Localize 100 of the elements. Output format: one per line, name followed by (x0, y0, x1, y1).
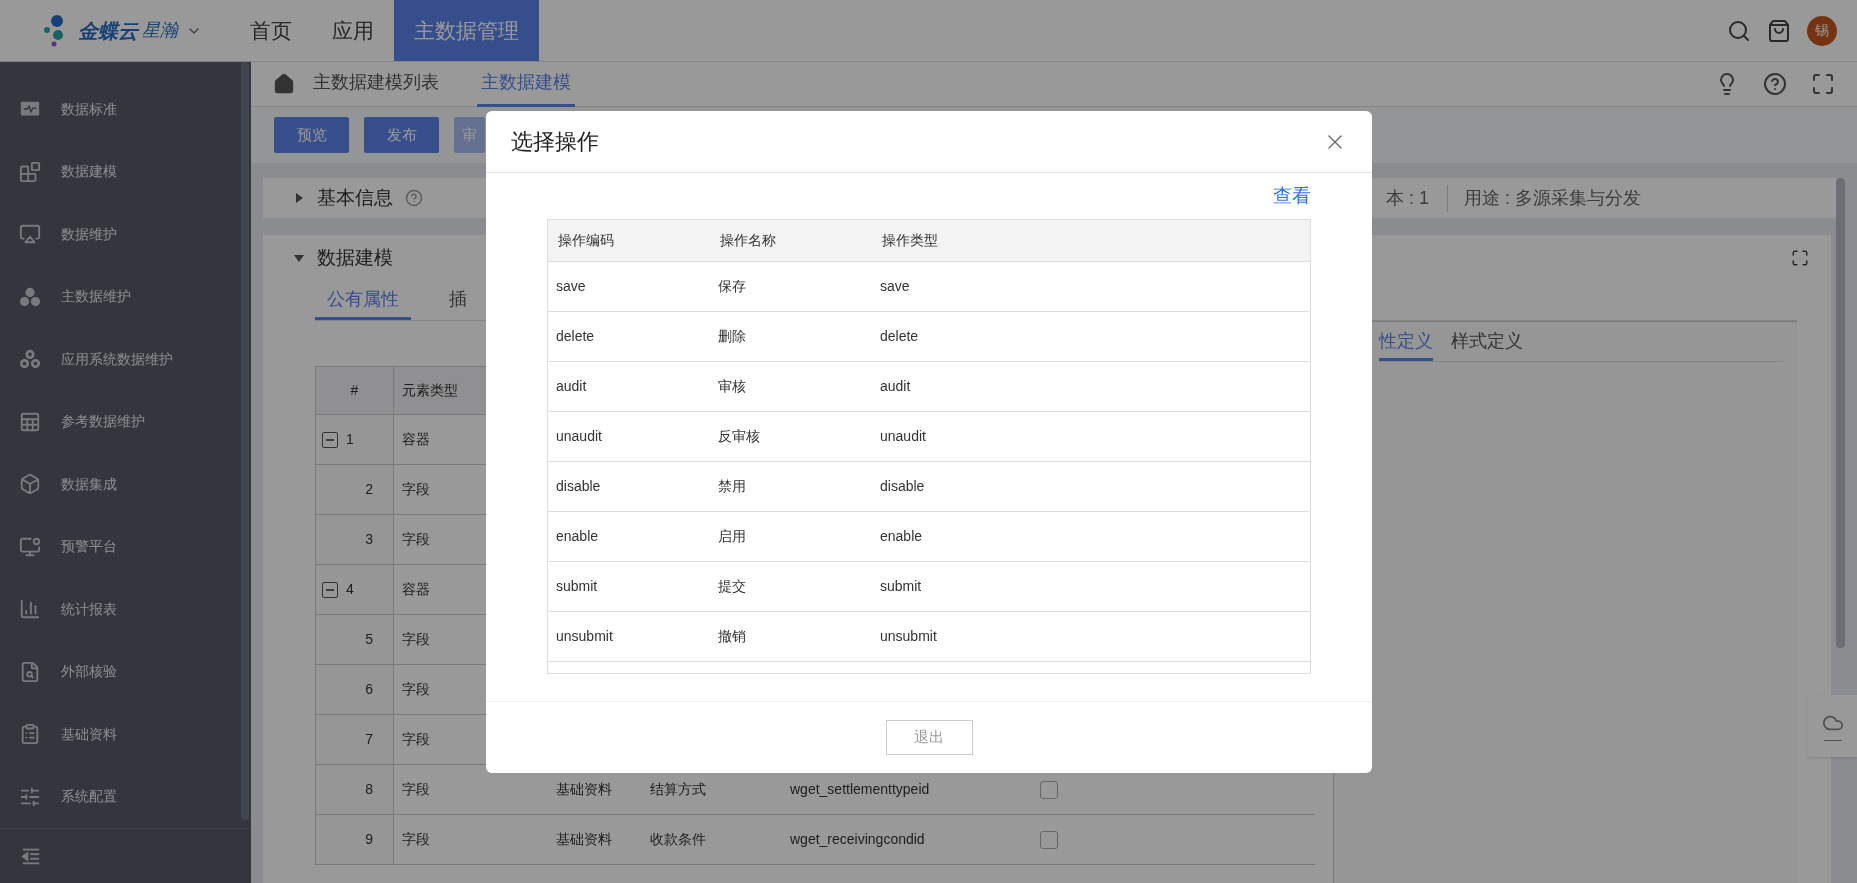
column-header: 操作名称 (720, 231, 776, 250)
table-cell-text: 字段 (402, 480, 430, 499)
table-cell-text: wget_receivingcondid (790, 830, 925, 849)
table-cell-text: 保存 (718, 277, 746, 296)
row-number: 2 (365, 480, 373, 499)
version-text: 本 : 1 (1386, 184, 1448, 212)
table-cell-text: save (880, 277, 910, 296)
expand-icon[interactable] (1791, 249, 1809, 267)
table-cell-text: 收款条件 (650, 830, 706, 849)
row-number: 3 (365, 530, 373, 549)
table-cell-text: wget_settlementtypeid (790, 780, 930, 799)
table-cell-text: 容器 (402, 580, 430, 599)
table-cell-text: 字段 (402, 730, 430, 749)
operation-row[interactable]: enable 启用 enable (548, 512, 1310, 562)
row-number: 9 (365, 830, 373, 849)
table-cell-text: save (556, 277, 586, 296)
page-scrollbar[interactable] (1836, 178, 1845, 648)
tree-toggle-icon[interactable] (322, 431, 338, 448)
table-icon (19, 410, 41, 433)
table-cell-text: unsubmit (880, 627, 937, 646)
rings-icon (19, 348, 41, 371)
table-cell-text: 提交 (718, 577, 746, 596)
nav-tab[interactable]: 首页 (230, 0, 312, 61)
toolbar-button[interactable]: 预览 (274, 117, 349, 153)
column-header: 元素类型 (401, 381, 459, 400)
operation-row[interactable]: delete 删除 delete (548, 312, 1310, 362)
blocks-icon (19, 160, 41, 183)
usage-text: 用途 : 多源采集与分发 (1463, 186, 1642, 210)
monitor-icon (19, 535, 41, 558)
operation-row[interactable]: unsubmit 撤销 unsubmit (548, 612, 1310, 662)
brand-subtitle: 星瀚 (142, 19, 178, 42)
table-cell-text: 审核 (718, 377, 746, 396)
table-cell-text: 启用 (718, 527, 746, 546)
panel-tab[interactable]: 公有属性 (315, 282, 411, 320)
row-number: 5 (365, 630, 373, 649)
panel-tab[interactable]: 样式定义 (1451, 325, 1523, 361)
nav-tab[interactable]: 应用 (312, 0, 394, 61)
toolbar-button[interactable]: 发布 (364, 117, 439, 153)
panel-tab[interactable]: 性定义 (1379, 325, 1433, 361)
sliders-icon (19, 785, 41, 808)
sidebar-scrollbar[interactable] (241, 62, 249, 820)
clipboard-icon (19, 723, 41, 746)
circles-icon (19, 285, 41, 308)
tree-toggle-icon[interactable] (322, 581, 338, 598)
table-cell-text: 结算方式 (650, 780, 706, 799)
caret-icon[interactable] (293, 252, 305, 264)
help-icon[interactable] (1763, 72, 1787, 96)
row-number: 8 (365, 780, 373, 799)
column-header: 操作编码 (558, 231, 614, 250)
fullscreen-icon[interactable] (1811, 72, 1835, 96)
operation-row[interactable]: unaudit 反审核 unaudit (548, 412, 1310, 462)
table-cell-text: 反审核 (718, 427, 760, 446)
table-cell-text: enable (880, 527, 923, 546)
table-cell-text: audit (880, 377, 911, 396)
table-cell-text: 字段 (402, 680, 430, 699)
cube-icon (19, 473, 41, 496)
table-cell-text: 字段 (402, 780, 430, 799)
view-link[interactable]: 查看 (1273, 181, 1311, 211)
help-icon[interactable] (405, 189, 423, 207)
row-number: 7 (365, 730, 373, 749)
operation-row[interactable]: save 保存 save (548, 262, 1310, 312)
table-cell-text: submit (556, 577, 598, 596)
table-cell-text: 撤销 (718, 627, 746, 646)
floating-widget[interactable] (1808, 695, 1857, 757)
operation-row[interactable]: disable 禁用 disable (548, 462, 1310, 512)
column-header: # (316, 367, 394, 414)
table-cell-text: 字段 (402, 630, 430, 649)
row-number: 6 (365, 680, 373, 699)
caret-icon[interactable] (293, 192, 305, 204)
checkbox[interactable] (1040, 780, 1058, 799)
table-cell-text: disable (880, 477, 925, 496)
home-icon[interactable] (273, 73, 295, 95)
table-cell-text: enable (556, 527, 599, 546)
section-title: 基本信息 (317, 185, 393, 210)
row-number: 1 (346, 430, 354, 449)
operation-row[interactable]: audit 审核 audit (548, 362, 1310, 412)
user-avatar[interactable]: 锡 (1807, 15, 1837, 46)
column-header: 操作类型 (882, 231, 938, 250)
shopping-bag-icon[interactable] (1767, 18, 1791, 43)
nav-tab[interactable]: 主数据管理 (394, 0, 539, 61)
bar-chart-icon (19, 598, 41, 621)
search-icon[interactable] (1727, 18, 1751, 43)
table-cell-text: submit (880, 577, 922, 596)
checkbox[interactable] (1040, 830, 1058, 849)
table-cell-text: 基础资料 (556, 830, 612, 849)
operation-row[interactable]: submit 提交 submit (548, 562, 1310, 612)
screen-cast-icon (19, 223, 41, 246)
dialog-title: 选择操作 (511, 128, 599, 156)
exit-button[interactable]: 退出 (885, 720, 973, 755)
table-cell-text: 容器 (402, 430, 430, 449)
section-title: 数据建模 (317, 245, 393, 270)
table-cell-text: unaudit (556, 427, 602, 446)
table-cell-text: delete (556, 327, 595, 346)
panel-tab[interactable]: 插 (437, 282, 479, 320)
brand-name: 金蝶云 (78, 18, 138, 44)
table-cell-text: delete (880, 327, 919, 346)
file-search-icon (19, 660, 41, 683)
table-cell-text: disable (556, 477, 601, 496)
table-cell-text: 字段 (402, 530, 430, 549)
breadcrumb-tab[interactable]: 主数据建模列表 (309, 61, 443, 107)
